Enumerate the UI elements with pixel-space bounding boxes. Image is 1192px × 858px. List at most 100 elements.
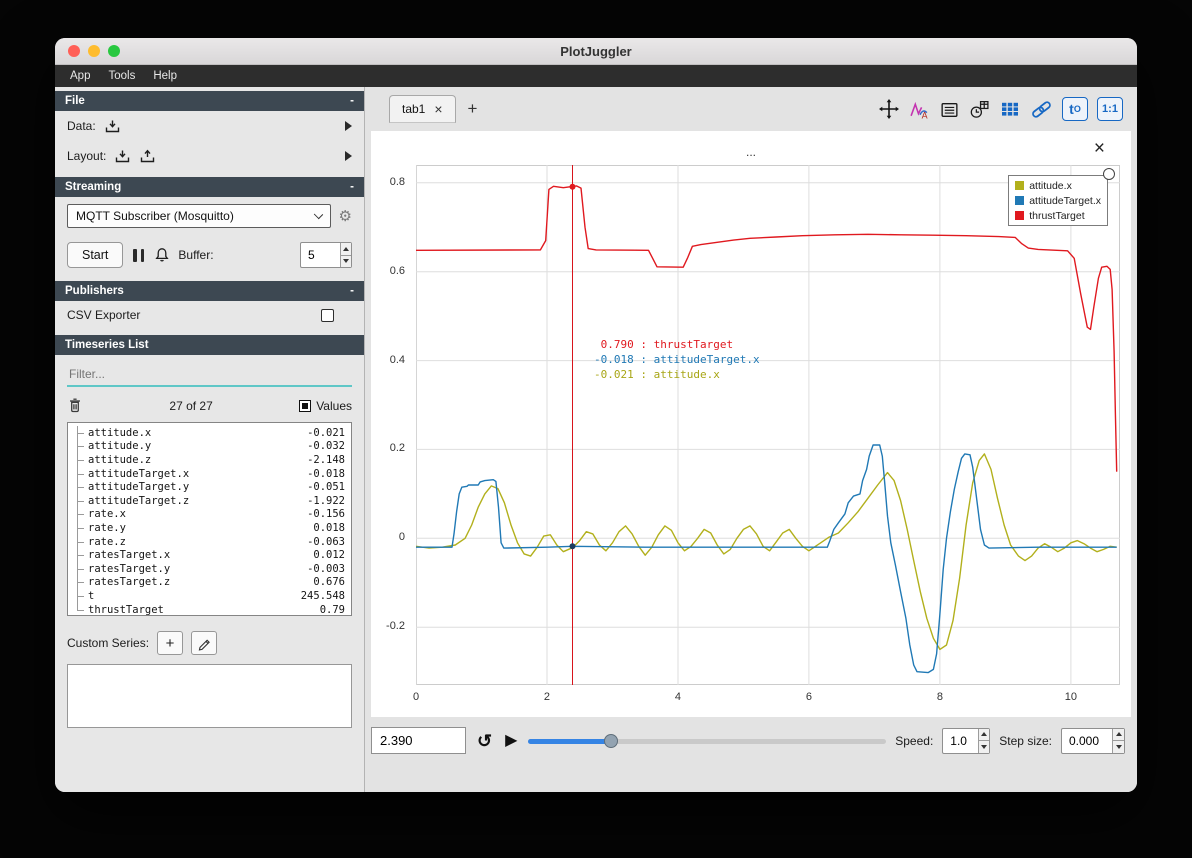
collapse-icon[interactable]: - — [350, 285, 354, 297]
legend-item[interactable]: thrustTarget — [1013, 208, 1103, 223]
timeseries-name: attitudeTarget.x — [88, 467, 190, 480]
timeseries-row[interactable]: t 245.548 — [72, 589, 347, 603]
tree-branch-icon — [72, 480, 88, 494]
gear-icon[interactable]: ⚙ — [339, 207, 352, 225]
buffer-input[interactable] — [301, 243, 340, 267]
trash-icon[interactable] — [67, 397, 83, 414]
custom-series-list[interactable] — [67, 664, 352, 728]
plot-close-button[interactable]: × — [1094, 139, 1105, 158]
values-toggle[interactable]: Values — [299, 399, 352, 413]
step-up-icon[interactable] — [1113, 728, 1124, 741]
relative-time-icon[interactable]: tO — [1062, 97, 1088, 121]
tree-branch-icon — [72, 453, 88, 467]
timeseries-row[interactable]: attitudeTarget.x -0.018 — [72, 466, 347, 481]
datetime-icon[interactable] — [969, 99, 990, 120]
menu-item-app[interactable]: App — [61, 65, 99, 87]
timeseries-name: rate.x — [88, 508, 126, 521]
streaming-source-select[interactable]: MQTT Subscriber (Mosquitto) — [67, 204, 331, 228]
timeline-fill — [528, 738, 611, 744]
publishers-section-title: Publishers — [65, 285, 124, 297]
legend-item[interactable]: attitudeTarget.x — [1013, 193, 1103, 208]
collapse-icon[interactable]: - — [350, 95, 354, 107]
layout-menu-arrow-icon[interactable] — [345, 151, 352, 161]
count-row: 27 of 27 Values — [55, 389, 364, 420]
link-xaxis-icon[interactable] — [1030, 98, 1053, 121]
buffer-up-icon[interactable] — [340, 243, 351, 256]
new-tab-button[interactable]: + — [456, 99, 490, 119]
menu-item-help[interactable]: Help — [144, 65, 186, 87]
speed-down-icon[interactable] — [979, 741, 990, 753]
play-button[interactable]: ▶ — [503, 732, 519, 749]
timeseries-value: 0.676 — [313, 576, 345, 589]
titlebar[interactable]: PlotJuggler — [55, 38, 1137, 65]
edit-custom-series-button[interactable] — [191, 631, 218, 655]
filter-input[interactable] — [67, 363, 352, 387]
buffer-down-icon[interactable] — [340, 255, 351, 267]
main-area: tab1 × + A t O 1:1 ... × attitude.x atti… — [365, 87, 1137, 792]
file-section-header[interactable]: File - — [55, 91, 364, 111]
add-custom-series-button[interactable]: + — [157, 631, 184, 655]
values-checkbox-icon[interactable] — [299, 399, 312, 412]
plot-toolbar: A tO 1:1 — [878, 97, 1123, 121]
timeseries-row[interactable]: attitudeTarget.z -1.922 — [72, 493, 347, 508]
timeseries-row[interactable]: rate.x -0.156 — [72, 507, 347, 522]
timeseries-row[interactable]: ratesTarget.x 0.012 — [72, 548, 347, 562]
data-menu-arrow-icon[interactable] — [345, 121, 352, 131]
start-button[interactable]: Start — [67, 242, 124, 268]
timeseries-name: attitude.x — [88, 426, 152, 439]
timeseries-name: ratesTarget.z — [88, 576, 171, 589]
tabbar: tab1 × + A t O 1:1 — [365, 87, 1137, 125]
timeseries-value: -0.156 — [307, 508, 345, 521]
y-tick-label: 0.6 — [389, 264, 405, 277]
speed-input[interactable] — [943, 728, 979, 753]
ratio-1to1-icon[interactable]: 1:1 — [1097, 97, 1123, 121]
custom-series-row: Custom Series: + — [55, 624, 364, 662]
tree-branch-icon — [72, 521, 88, 535]
timeseries-row[interactable]: ratesTarget.z 0.676 — [72, 575, 347, 590]
y-tick-label: 0.2 — [389, 442, 405, 455]
x-tick-label: 8 — [936, 691, 943, 703]
bell-icon[interactable] — [154, 247, 170, 263]
plot-legend: attitude.x attitudeTarget.x thrustTarget — [1008, 175, 1108, 226]
legend-handle-icon[interactable] — [1103, 168, 1115, 180]
grid-view-icon[interactable] — [999, 98, 1021, 120]
timeseries-row[interactable]: attitude.z -2.148 — [72, 453, 347, 467]
tracker-tooltip-line: 0.790 : thrustTarget — [594, 338, 734, 351]
y-axis-ticks: -0.2 0 0.2 0.4 0.6 0.8 — [371, 165, 412, 685]
save-layout-icon[interactable] — [139, 148, 156, 164]
plot-style-icon[interactable]: A — [909, 99, 930, 120]
timeseries-row[interactable]: rate.z -0.063 — [72, 534, 347, 549]
timeseries-row[interactable]: rate.y 0.018 — [72, 521, 347, 535]
current-time-input[interactable] — [371, 727, 466, 754]
legend-item[interactable]: attitude.x — [1013, 178, 1103, 193]
speed-up-icon[interactable] — [979, 728, 990, 741]
timeseries-value: -1.922 — [307, 494, 345, 507]
tree-branch-icon — [72, 466, 88, 481]
timeline-handle[interactable] — [603, 734, 618, 748]
pause-icon[interactable] — [131, 247, 146, 264]
timeseries-row[interactable]: ratesTarget.y -0.003 — [72, 561, 347, 576]
load-data-icon[interactable] — [104, 118, 121, 134]
tab-tab1[interactable]: tab1 × — [389, 95, 456, 123]
publishers-section-header[interactable]: Publishers - — [55, 281, 364, 301]
tab-close-icon[interactable]: × — [434, 102, 442, 116]
step-size-input[interactable] — [1062, 728, 1113, 753]
collapse-icon[interactable]: - — [350, 181, 354, 193]
timeseries-value: -0.063 — [307, 535, 345, 548]
loop-button[interactable]: ↺ — [475, 732, 494, 750]
step-down-icon[interactable] — [1113, 741, 1124, 753]
load-layout-icon[interactable] — [114, 148, 131, 164]
fullscreen-arrows-icon[interactable] — [878, 98, 900, 120]
menu-item-tools[interactable]: Tools — [99, 65, 144, 87]
timeseries-row[interactable]: thrustTarget 0.79 — [72, 602, 347, 615]
timeline-slider[interactable] — [528, 731, 887, 751]
timeseries-row[interactable]: attitude.y -0.032 — [72, 439, 347, 454]
curve-list-icon[interactable] — [939, 99, 960, 120]
timeseries-row[interactable]: attitude.x -0.021 — [72, 426, 347, 440]
filter-wrap — [67, 363, 352, 387]
timeseries-section-header[interactable]: Timeseries List — [55, 335, 364, 355]
chart-canvas[interactable] — [416, 165, 1120, 685]
csv-exporter-checkbox[interactable] — [321, 308, 334, 322]
streaming-section-header[interactable]: Streaming - — [55, 177, 364, 197]
timeseries-row[interactable]: attitudeTarget.y -0.051 — [72, 480, 347, 494]
